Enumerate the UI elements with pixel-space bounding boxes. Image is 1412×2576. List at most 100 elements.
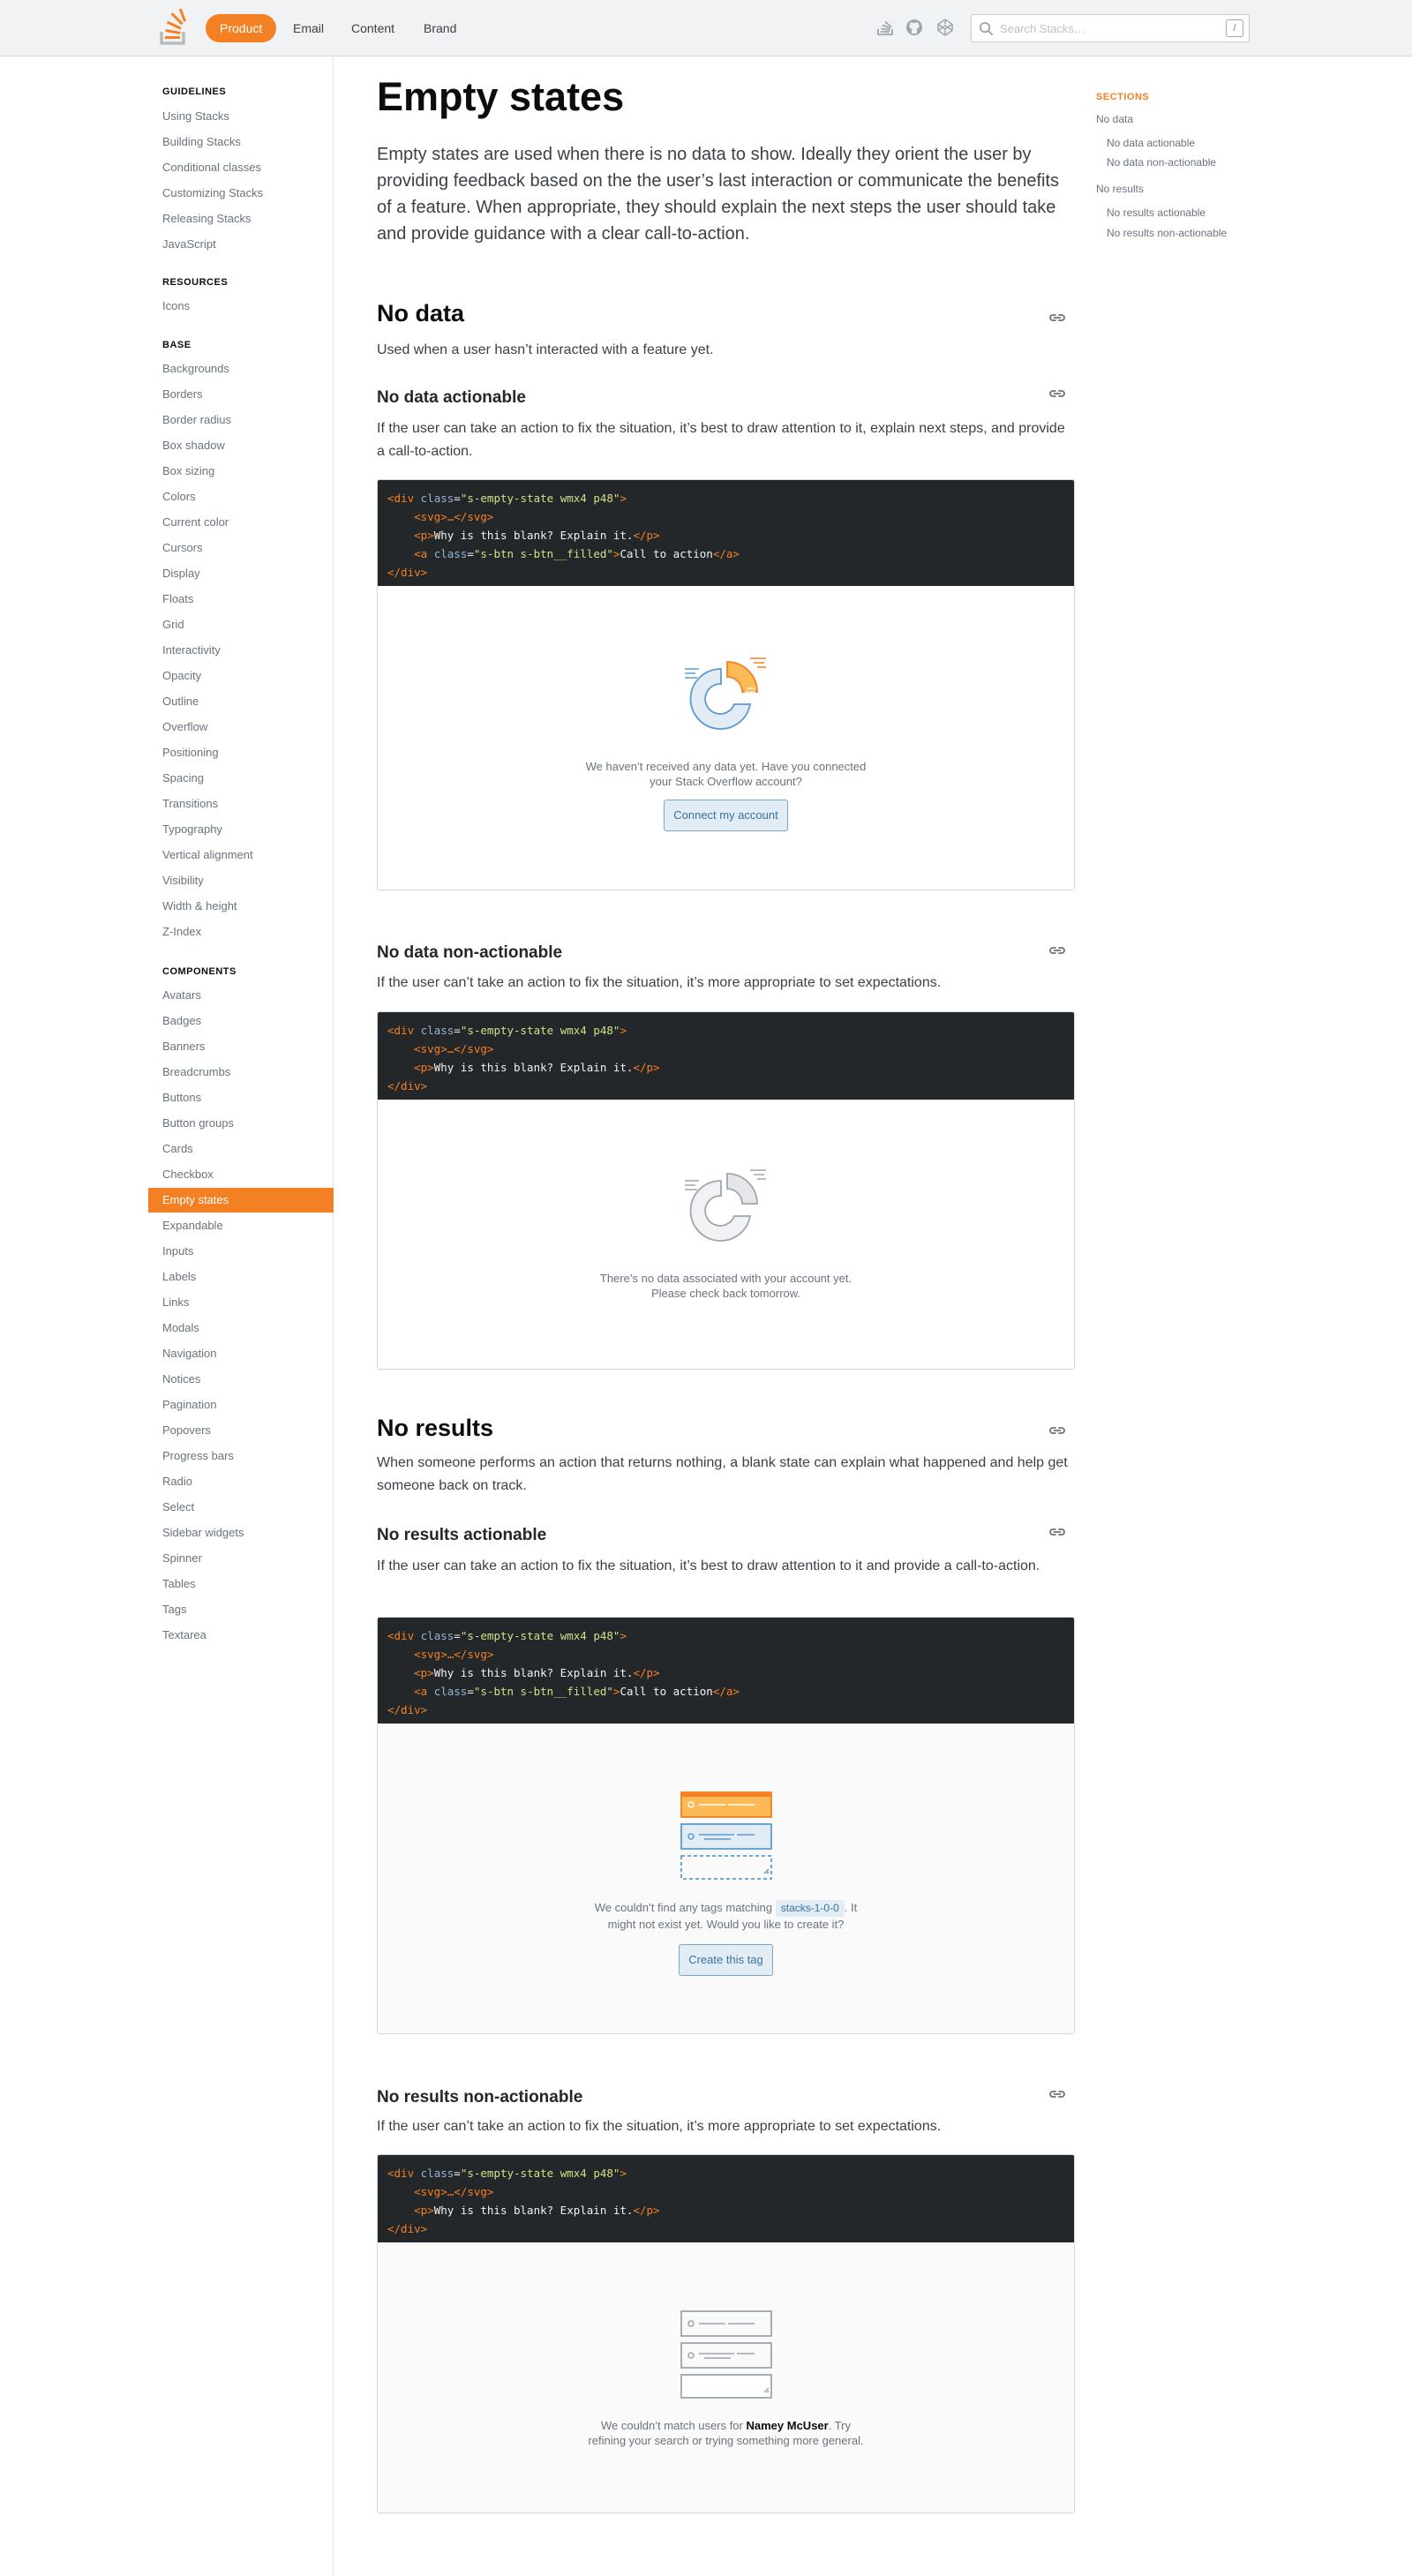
sidebar-item-cursors[interactable]: Cursors <box>148 536 334 560</box>
sidebar-item-vertical-alignment[interactable]: Vertical alignment <box>148 843 334 867</box>
subsection-title-no-data-actionable: No data actionable <box>377 388 526 407</box>
sidebar-item-checkbox[interactable]: Checkbox <box>148 1162 334 1187</box>
rail-link-no-results-non-actionable[interactable]: No results non-actionable <box>1107 227 1227 239</box>
demo-area: We couldn’t find any tags matching stack… <box>378 1724 1074 2033</box>
stack-icon[interactable] <box>875 18 895 37</box>
tag-list-illustration <box>680 1791 772 1880</box>
sidebar-item-javascript[interactable]: JavaScript <box>148 232 334 257</box>
sidebar-item-breadcrumbs[interactable]: Breadcrumbs <box>148 1060 334 1085</box>
sidebar-item-buttons[interactable]: Buttons <box>148 1085 334 1110</box>
example-no-data-non-actionable: <div class="s-empty-state wmx4 p48"> <sv… <box>377 1011 1075 1370</box>
sidebar-item-icons[interactable]: Icons <box>148 294 334 319</box>
code-block[interactable]: <div class="s-empty-state wmx4 p48"> <sv… <box>378 2155 1074 2242</box>
sidebar-item-opacity[interactable]: Opacity <box>148 664 334 688</box>
sidebar-item-transitions[interactable]: Transitions <box>148 792 334 816</box>
example-no-results-actionable: <div class="s-empty-state wmx4 p48"> <sv… <box>377 1617 1075 2034</box>
sidebar-item-avatars[interactable]: Avatars <box>148 983 334 1008</box>
link-icon[interactable] <box>1048 387 1066 400</box>
sidebar: GUIDELINES Using Stacks Building Stacks … <box>0 57 334 2576</box>
empty-state-message: We couldn’t match users for Namey McUser… <box>588 2419 864 2447</box>
sidebar-item-releasing-stacks[interactable]: Releasing Stacks <box>148 207 334 231</box>
sidebar-item-expandable[interactable]: Expandable <box>148 1213 334 1238</box>
sidebar-item-labels[interactable]: Labels <box>148 1265 334 1289</box>
search-box[interactable]: / <box>971 14 1250 42</box>
tab-brand[interactable]: Brand <box>409 14 470 42</box>
sidebar-item-current-color[interactable]: Current color <box>148 510 334 535</box>
sidebar-item-backgrounds[interactable]: Backgrounds <box>148 357 334 381</box>
empty-state-message: We haven’t received any data yet. Have y… <box>585 760 867 788</box>
code-block[interactable]: <div class="s-empty-state wmx4 p48"> <sv… <box>378 1012 1074 1100</box>
code-block[interactable]: <div class="s-empty-state wmx4 p48"> <sv… <box>378 480 1074 586</box>
rail-link-no-results[interactable]: No results <box>1096 183 1144 195</box>
demo-area: We haven’t received any data yet. Have y… <box>378 586 1074 890</box>
tag-badge[interactable]: stacks-1-0-0 <box>775 1900 845 1917</box>
tab-content[interactable]: Content <box>337 14 409 42</box>
sidebar-item-spinner[interactable]: Spinner <box>148 1546 334 1571</box>
sidebar-item-grid[interactable]: Grid <box>148 612 334 637</box>
sidebar-item-z-index[interactable]: Z-Index <box>148 920 334 944</box>
page-title: Empty states <box>377 74 625 119</box>
sections-heading: SECTIONS <box>1096 92 1150 102</box>
link-icon[interactable] <box>1048 944 1066 957</box>
sidebar-item-colors[interactable]: Colors <box>148 484 334 509</box>
sidebar-item-empty-states[interactable]: Empty states <box>148 1188 334 1213</box>
tab-email[interactable]: Email <box>279 14 338 42</box>
sidebar-item-progress-bars[interactable]: Progress bars <box>148 1444 334 1468</box>
sidebar-item-positioning[interactable]: Positioning <box>148 740 334 765</box>
sidebar-item-border-radius[interactable]: Border radius <box>148 408 334 432</box>
sidebar-item-textarea[interactable]: Textarea <box>148 1623 334 1648</box>
sidebar-item-button-groups[interactable]: Button groups <box>148 1111 334 1136</box>
link-icon[interactable] <box>1048 2088 1066 2100</box>
sidebar-item-inputs[interactable]: Inputs <box>148 1239 334 1264</box>
sidebar-item-using-stacks[interactable]: Using Stacks <box>148 104 334 129</box>
sidebar-item-typography[interactable]: Typography <box>148 817 334 842</box>
sidebar-item-links[interactable]: Links <box>148 1290 334 1315</box>
empty-state-message: There’s no data associated with your acc… <box>599 1272 852 1300</box>
rail-link-no-data-actionable[interactable]: No data actionable <box>1107 137 1195 149</box>
sidebar-item-modals[interactable]: Modals <box>148 1316 334 1341</box>
sidebar-item-outline[interactable]: Outline <box>148 689 334 714</box>
sidebar-item-notices[interactable]: Notices <box>148 1367 334 1392</box>
example-no-data-actionable: <div class="s-empty-state wmx4 p48"> <sv… <box>377 479 1075 890</box>
sidebar-item-popovers[interactable]: Popovers <box>148 1418 334 1443</box>
link-icon[interactable] <box>1048 312 1066 324</box>
sidebar-item-cards[interactable]: Cards <box>148 1137 334 1161</box>
code-block[interactable]: <div class="s-empty-state wmx4 p48"> <sv… <box>378 1618 1074 1724</box>
link-icon[interactable] <box>1048 1526 1066 1538</box>
sidebar-item-box-sizing[interactable]: Box sizing <box>148 459 334 484</box>
sidebar-item-customizing-stacks[interactable]: Customizing Stacks <box>148 181 334 206</box>
rail-link-no-results-actionable[interactable]: No results actionable <box>1107 207 1205 219</box>
sidebar-item-floats[interactable]: Floats <box>148 587 334 612</box>
sidebar-item-width-height[interactable]: Width & height <box>148 894 334 919</box>
stack-overflow-logo[interactable] <box>159 9 189 46</box>
sidebar-item-sidebar-widgets[interactable]: Sidebar widgets <box>148 1521 334 1545</box>
rail-link-no-data-non-actionable[interactable]: No data non-actionable <box>1107 156 1216 169</box>
sidebar-item-conditional-classes[interactable]: Conditional classes <box>148 155 334 180</box>
sidebar-item-banners[interactable]: Banners <box>148 1034 334 1059</box>
sidebar-item-badges[interactable]: Badges <box>148 1009 334 1033</box>
page-lead: Empty states are used when there is no d… <box>377 145 1060 244</box>
subsection-desc-no-data-actionable: If the user can take an action to fix th… <box>377 421 1065 459</box>
sidebar-item-visibility[interactable]: Visibility <box>148 868 334 893</box>
create-tag-button[interactable]: Create this tag <box>679 1944 773 1976</box>
sidebar-item-tags[interactable]: Tags <box>148 1597 334 1622</box>
sidebar-item-interactivity[interactable]: Interactivity <box>148 638 334 663</box>
link-icon[interactable] <box>1048 1424 1066 1437</box>
connect-account-button[interactable]: Connect my account <box>664 800 788 831</box>
sidebar-item-overflow[interactable]: Overflow <box>148 715 334 740</box>
search-input[interactable] <box>1000 15 1212 41</box>
sidebar-item-select[interactable]: Select <box>148 1495 334 1520</box>
sidebar-item-borders[interactable]: Borders <box>148 382 334 407</box>
codepen-icon[interactable] <box>935 18 955 37</box>
sidebar-item-radio[interactable]: Radio <box>148 1469 334 1494</box>
sidebar-item-navigation[interactable]: Navigation <box>148 1341 334 1366</box>
sidebar-item-display[interactable]: Display <box>148 561 334 586</box>
sidebar-item-pagination[interactable]: Pagination <box>148 1393 334 1417</box>
sidebar-item-tables[interactable]: Tables <box>148 1572 334 1596</box>
sidebar-item-building-stacks[interactable]: Building Stacks <box>148 130 334 154</box>
rail-link-no-data[interactable]: No data <box>1096 113 1133 125</box>
sidebar-item-box-shadow[interactable]: Box shadow <box>148 433 334 458</box>
sidebar-item-spacing[interactable]: Spacing <box>148 766 334 791</box>
github-icon[interactable] <box>905 18 924 37</box>
tab-product[interactable]: Product <box>206 14 277 42</box>
